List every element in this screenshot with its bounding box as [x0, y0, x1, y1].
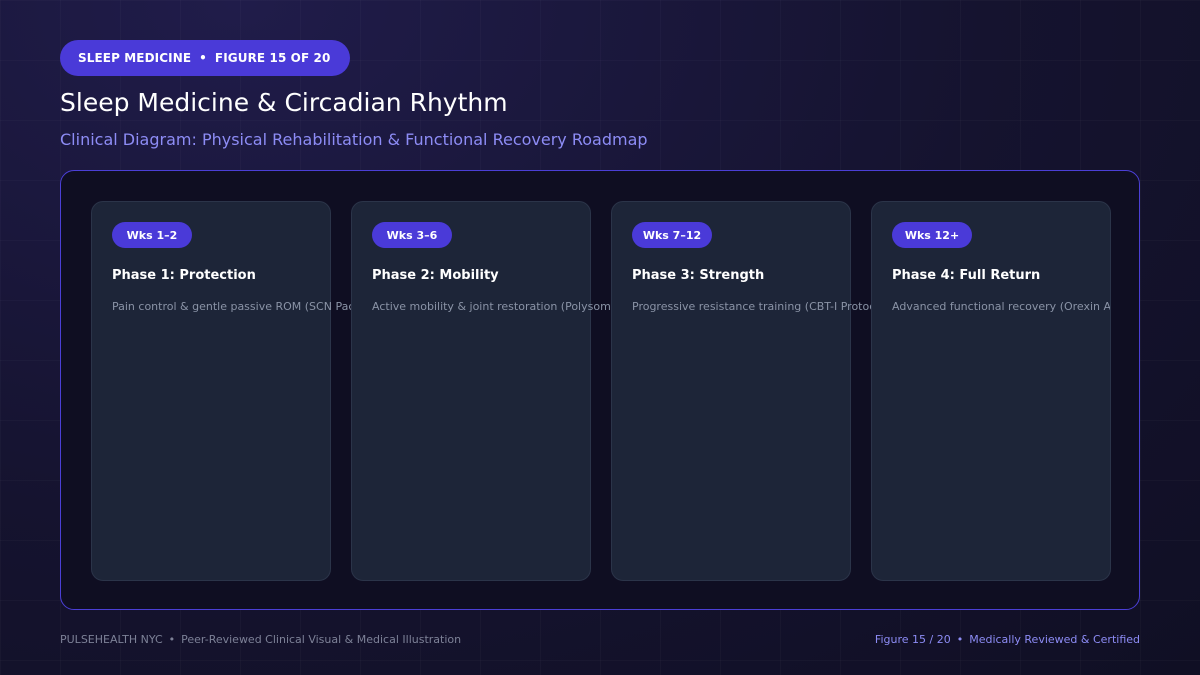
footer-brand-line: PULSEHEALTH NYC • Peer-Reviewed Clinical V…	[60, 633, 461, 646]
footer-separator: •	[168, 633, 176, 646]
phase-weeks-badge: Wks 7–12	[632, 222, 712, 248]
page-subtitle: Clinical Diagram: Physical Rehabilitatio…	[60, 130, 648, 149]
phase-card-3: Wks 7–12 Phase 3: Strength Progressive r…	[611, 201, 875, 581]
footer-certification: Medically Reviewed & Certified	[969, 633, 1140, 646]
phase-title: Phase 2: Mobility	[372, 268, 499, 283]
phase-weeks-badge: Wks 1–2	[112, 222, 192, 248]
phase-description: Progressive resistance training (CBT-I P…	[632, 300, 876, 313]
phase-card-4: Wks 12+ Phase 4: Full Return Advanced fu…	[871, 201, 1111, 581]
footer-figure: Figure 15 / 20	[874, 633, 951, 646]
page-title: Sleep Medicine & Circadian Rhythm	[60, 88, 508, 117]
badge-separator: •	[199, 51, 207, 65]
phase-description: Advanced functional recovery (Orexin Ant…	[892, 300, 1111, 313]
phase-weeks-badge: Wks 3–6	[372, 222, 452, 248]
phase-weeks-badge: Wks 12+	[892, 222, 972, 248]
phase-title: Phase 3: Strength	[632, 268, 765, 283]
category-badge: SLEEP MEDICINE • FIGURE 15 OF 20	[60, 40, 350, 76]
phase-title: Phase 1: Protection	[112, 268, 256, 283]
phase-description: Active mobility & joint restoration (Pol…	[372, 300, 618, 313]
footer-tagline: Peer-Reviewed Clinical Visual & Medical …	[181, 633, 462, 646]
footer-brand: PULSEHEALTH NYC	[60, 633, 163, 646]
badge-figure: FIGURE 15 OF 20	[214, 51, 331, 65]
footer-figure-line: Figure 15 / 20 • Medically Reviewed & Cert…	[875, 633, 1140, 646]
phase-card-1: Wks 1–2 Phase 1: Protection Pain control…	[91, 201, 354, 581]
phase-card-2: Wks 3–6 Phase 2: Mobility Active mobilit…	[351, 201, 618, 581]
badge-category: SLEEP MEDICINE	[78, 51, 192, 65]
roadmap-panel: Wks 1–2 Phase 1: Protection Pain control…	[60, 170, 1140, 610]
phase-title: Phase 4: Full Return	[892, 268, 1041, 283]
footer-separator: •	[956, 633, 964, 646]
phase-description: Pain control & gentle passive ROM (SCN P…	[112, 300, 355, 313]
